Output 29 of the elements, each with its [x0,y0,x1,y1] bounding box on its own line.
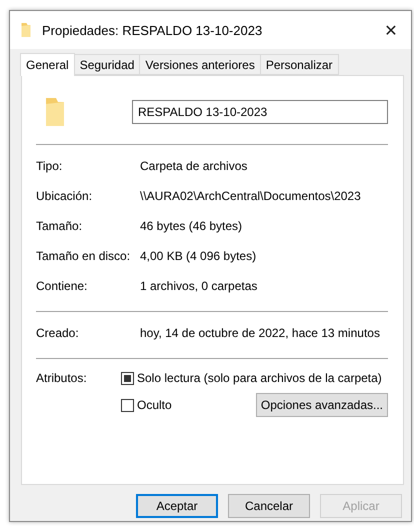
property-value: \\AURA02\ArchCentral\Documentos\2023 [140,189,361,203]
tab[interactable]: Personalizar [260,54,339,75]
property-label: Tamaño: [36,219,84,233]
folder-icon [44,96,66,128]
checkbox[interactable] [121,372,134,384]
checkbox-label[interactable]: Oculto [137,398,172,412]
checkbox-label[interactable]: Solo lectura (solo para archivos de la carpeta) [137,371,382,385]
property-label: Contiene: [36,279,88,293]
advanced-options-button[interactable]: Opciones avanzadas... [256,393,388,417]
property-label: Ubicación: [36,189,94,203]
tab[interactable]: General [20,53,75,76]
dialog-button[interactable]: Aceptar [136,494,218,518]
property-label: Creado: [36,326,80,340]
tab[interactable]: Seguridad [74,54,140,75]
property-value: 4,00 KB (4 096 bytes) [140,249,256,263]
dialog-button[interactable]: Cancelar [228,494,310,518]
attributes-label: Atributos: [36,371,88,387]
property-label: Tipo: [36,159,64,173]
property-value: 46 bytes (46 bytes) [140,219,242,233]
name-field[interactable]: RESPALDO 13-10-2023 [132,100,388,124]
close-button[interactable]: ✕ [371,11,411,49]
property-label: Tamaño en disco: [36,249,132,263]
property-value: hoy, 14 de octubre de 2022, hace 13 minutos [140,326,380,340]
property-value: 1 archivos, 0 carpetas [140,279,258,293]
property-value: Carpeta de archivos [140,159,248,173]
window-title: Propiedades: RESPALDO 13-10-2023 [42,22,264,38]
checkbox[interactable] [121,398,134,412]
folder-icon [20,22,32,38]
tab[interactable]: Versiones anteriores [139,54,261,75]
